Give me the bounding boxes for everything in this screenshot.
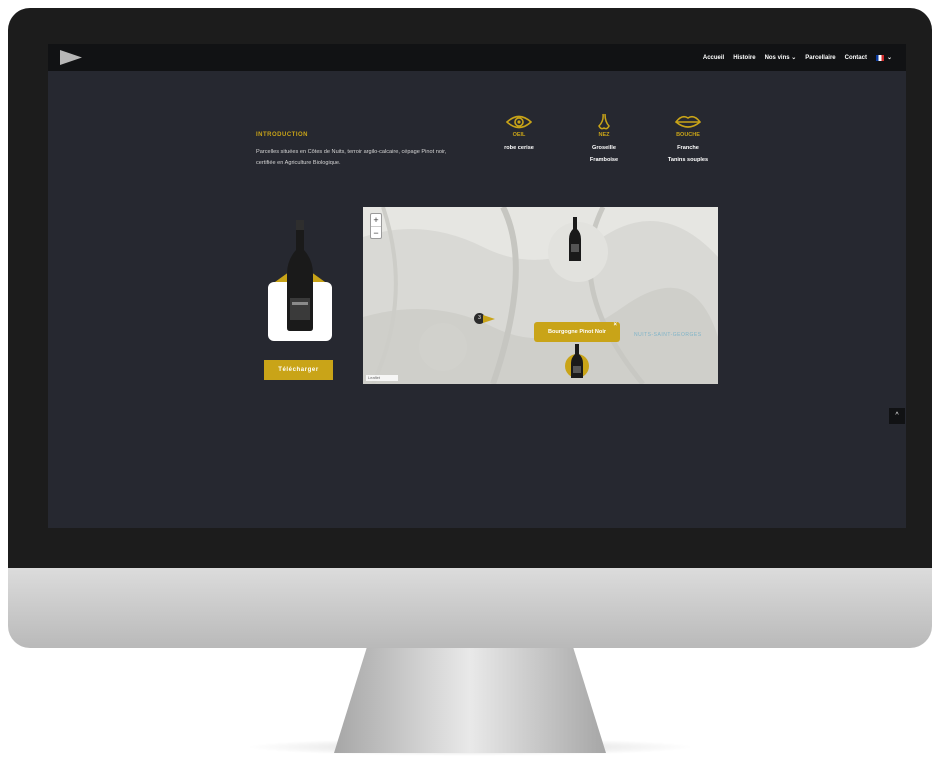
download-button[interactable]: Télécharger [264,360,333,380]
monitor-chin [8,568,932,648]
sense-bouche: BOUCHE Franche Tanins souples [648,113,728,163]
vineyard-map[interactable]: + − 3 Bourgogne Pinot Noir × NUITS-SAINT… [363,207,718,384]
popup-label: Bourgogne Pinot Noir [547,329,607,335]
main-nav: Accueil Histoire Nos vins ⌄ Parcellaire … [703,44,892,71]
nav-accueil[interactable]: Accueil [703,55,724,61]
sense-label: OEIL [512,132,526,138]
nav-parcellaire[interactable]: Parcellaire [805,55,835,61]
site-logo[interactable] [60,50,82,65]
intro-text: Parcelles situées en Côtes de Nuits, ter… [256,149,447,166]
sense-value: Tanins souples [667,157,709,163]
cluster-pointer-icon [483,315,495,323]
language-selector[interactable]: ⌄ [875,54,892,61]
monitor-mockup: Accueil Histoire Nos vins ⌄ Parcellaire … [0,0,939,759]
map-terrain [363,207,718,384]
map-popup: Bourgogne Pinot Noir × [534,322,620,342]
sense-value: Groseille [592,145,616,151]
map-attribution[interactable]: Leaflet [366,375,398,381]
zoom-in-button[interactable]: + [371,214,381,226]
zoom-out-button[interactable]: − [371,226,381,238]
sense-value: robe cerise [504,145,534,151]
eye-icon [506,115,532,129]
sense-oeil: OEIL robe cerise [479,113,559,151]
map-zoom-control: + − [370,213,382,239]
nose-icon [598,113,610,130]
map-place-label: NUITS-SAINT-GEORGES [634,332,702,338]
nav-contact[interactable]: Contact [845,55,867,61]
monitor-stand [334,648,606,753]
mouth-icon [675,115,701,128]
sense-value: Franche [677,145,699,151]
bottle-card [268,220,332,341]
website-screen: Accueil Histoire Nos vins ⌄ Parcellaire … [48,44,906,528]
top-navigation-bar: Accueil Histoire Nos vins ⌄ Parcellaire … [48,44,906,71]
sense-label: NEZ [598,132,610,138]
french-flag-icon [875,54,884,61]
nav-histoire[interactable]: Histoire [733,55,755,61]
nav-nos-vins[interactable]: Nos vins ⌄ [765,54,797,61]
selected-bottle-marker[interactable] [564,344,590,382]
language-caret: ⌄ [886,55,892,61]
sense-value: Framboise [589,157,619,163]
popup-close-icon[interactable]: × [613,321,617,329]
sense-label: BOUCHE [676,132,700,138]
sense-nez: NEZ Groseille Framboise [564,113,644,163]
intro-title: INTRODUCTION [256,132,308,138]
back-to-top-button[interactable]: ^ [889,408,905,424]
bottle-marker[interactable] [568,217,582,263]
